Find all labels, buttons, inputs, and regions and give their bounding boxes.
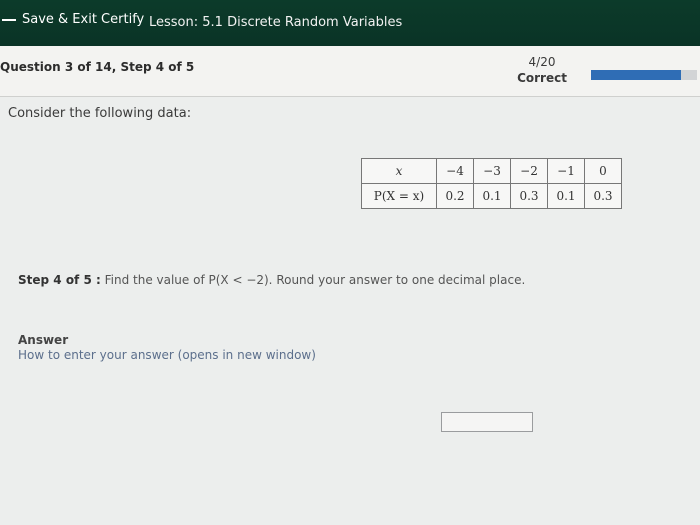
question-title: Question 3 of 14, Step 4 of 5 [0, 60, 195, 74]
step-instruction: Step 4 of 5 : Find the value of P(X < −2… [18, 273, 525, 287]
table-cell: 0.3 [510, 183, 548, 209]
step-text: Find the value of P(X < −2). Round your … [104, 273, 526, 287]
table-cell: −4 [436, 158, 474, 184]
question-content: Consider the following data: x −4 −3 −2 … [0, 97, 700, 525]
answer-input[interactable] [441, 412, 533, 432]
table-cell: −2 [510, 158, 548, 184]
progress-bar [591, 70, 697, 80]
back-arrow-icon [2, 19, 16, 21]
table-row: P(X = x) 0.2 0.1 0.3 0.1 0.3 [361, 183, 622, 209]
table-cell: 0.2 [436, 183, 474, 209]
row-header-x: x [361, 158, 437, 184]
table-cell: 0.1 [473, 183, 511, 209]
question-prompt: Consider the following data: [8, 106, 192, 121]
save-exit-button[interactable]: Save & Exit Certify [0, 10, 144, 30]
row-header-probability: P(X = x) [361, 183, 437, 209]
probability-table: x −4 −3 −2 −1 0 P(X = x) 0.2 0.1 0.3 0.1… [361, 158, 622, 209]
save-exit-label: Save & Exit Certify [22, 12, 145, 27]
table-cell: 0.3 [584, 183, 622, 209]
answer-label: Answer [18, 333, 69, 347]
step-label: Step 4 of 5 : [18, 273, 101, 287]
lesson-title: Lesson: 5.1 Discrete Random Variables [149, 15, 403, 30]
table-cell: −1 [547, 158, 585, 184]
score-display: 4/20 Correct [512, 54, 572, 86]
answer-help-link[interactable]: How to enter your answer (opens in new w… [18, 348, 316, 362]
question-bar: Question 3 of 14, Step 4 of 5 4/20 Corre… [0, 46, 700, 97]
table-cell: 0 [584, 158, 622, 184]
score-value: 4/20 [528, 55, 556, 69]
progress-bar-fill [591, 70, 682, 80]
top-bar: Save & Exit Certify Lesson: 5.1 Discrete… [0, 0, 700, 46]
table-cell: 0.1 [547, 183, 585, 209]
table-cell: −3 [473, 158, 511, 184]
score-status: Correct [517, 71, 567, 85]
table-row: x −4 −3 −2 −1 0 [361, 158, 622, 184]
